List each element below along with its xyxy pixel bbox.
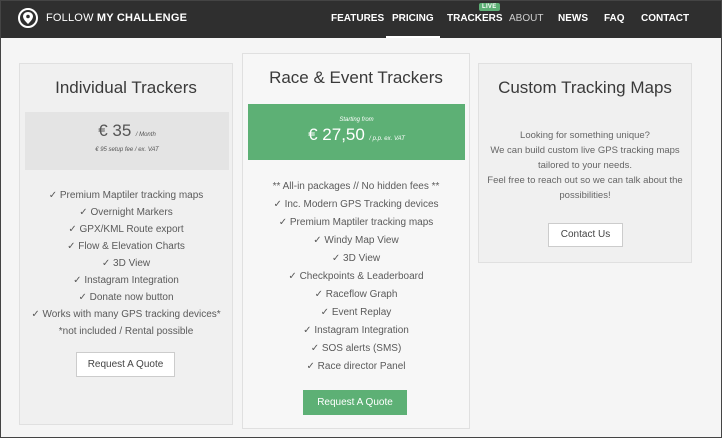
- individual-card-title: Individual Trackers: [55, 78, 197, 97]
- race-price: € 27,50: [308, 125, 365, 144]
- race-price-unit: / p.p. ex. VAT: [369, 136, 405, 142]
- nav-pricing[interactable]: PRICING: [386, 13, 440, 38]
- feature-item: ✓ Instagram Integration: [73, 275, 179, 286]
- logo-text-second: MY CHALLENGE: [96, 12, 188, 24]
- individual-price: € 35: [98, 121, 132, 140]
- feature-item: ✓ Race director Panel: [306, 361, 406, 372]
- custom-tracking-maps-card: Custom Tracking Maps Looking for somethi…: [478, 63, 692, 263]
- nav-trackers[interactable]: TRACKERS: [447, 13, 503, 24]
- race-event-trackers-card: Race & Event Trackers Starting from € 27…: [242, 53, 470, 429]
- feature-item: ✓ Works with many GPS tracking devices*: [31, 309, 221, 320]
- individual-price-box: € 35 / Month € 95 setup fee / ex. VAT: [25, 112, 229, 170]
- logo[interactable]: FOLLOW MY CHALLENGE: [18, 8, 187, 28]
- feature-item: ✓ Premium Maptiler tracking maps: [278, 217, 434, 228]
- feature-item: ✓ GPX/KML Route export: [68, 224, 184, 235]
- custom-line: We can build custom live GPS tracking ma…: [490, 145, 680, 156]
- live-badge: LIVE: [479, 3, 500, 11]
- feature-item: ✓ Flow & Elevation Charts: [67, 241, 185, 252]
- individual-price-unit: / Month: [135, 132, 156, 138]
- nav-contact[interactable]: CONTACT: [641, 13, 689, 24]
- race-request-quote-button[interactable]: Request A Quote: [303, 390, 407, 415]
- individual-price-note: € 95 setup fee / ex. VAT: [95, 147, 159, 153]
- individual-trackers-card: Individual Trackers € 35 / Month € 95 se…: [19, 63, 233, 425]
- individual-request-quote-button[interactable]: Request A Quote: [76, 352, 175, 377]
- feature-item: ✓ Premium Maptiler tracking maps: [48, 190, 204, 201]
- custom-line: Feel free to reach out so we can talk ab…: [487, 175, 683, 186]
- custom-line: possibilities!: [559, 190, 611, 201]
- race-price-label: Starting from: [339, 117, 374, 123]
- nav-faq[interactable]: FAQ: [604, 13, 625, 24]
- feature-item: ** All-in packages // No hidden fees **: [272, 181, 440, 192]
- custom-description: Looking for something unique? We can bui…: [479, 128, 691, 203]
- race-card-title: Race & Event Trackers: [269, 68, 443, 87]
- feature-item: ✓ 3D View: [101, 258, 151, 269]
- feature-item: ✓ Inc. Modern GPS Tracking devices: [273, 199, 439, 210]
- nav-about[interactable]: ABOUT: [509, 13, 543, 24]
- feature-item: ✓ Overnight Markers: [79, 207, 173, 218]
- logo-text: FOLLOW MY CHALLENGE: [46, 12, 187, 24]
- individual-feature-list: ✓ Premium Maptiler tracking maps ✓ Overn…: [20, 187, 232, 340]
- custom-line: tailored to your needs.: [537, 160, 632, 171]
- nav-features[interactable]: FEATURES: [331, 13, 384, 24]
- location-pin-icon: [18, 8, 38, 28]
- top-nav: FOLLOW MY CHALLENGE FEATURES PRICING TRA…: [1, 1, 721, 38]
- contact-us-button[interactable]: Contact Us: [548, 223, 623, 247]
- feature-item: ✓ Event Replay: [320, 307, 392, 318]
- feature-item: ✓ Windy Map View: [313, 235, 399, 246]
- logo-text-first: FOLLOW: [46, 12, 94, 24]
- nav-news[interactable]: NEWS: [558, 13, 588, 24]
- feature-item: ✓ 3D View: [331, 253, 381, 264]
- custom-card-title: Custom Tracking Maps: [498, 78, 672, 97]
- race-feature-list: ** All-in packages // No hidden fees ** …: [243, 178, 469, 376]
- feature-item: ✓ SOS alerts (SMS): [310, 343, 402, 354]
- feature-item: ✓ Checkpoints & Leaderboard: [288, 271, 424, 282]
- custom-line: Looking for something unique?: [520, 130, 650, 141]
- feature-item: ✓ Donate now button: [78, 292, 174, 303]
- race-price-box: Starting from € 27,50 / p.p. ex. VAT: [248, 104, 465, 160]
- feature-item: ✓ Instagram Integration: [303, 325, 409, 336]
- feature-item: ✓ Raceflow Graph: [314, 289, 398, 300]
- feature-footnote: *not included / Rental possible: [58, 326, 194, 337]
